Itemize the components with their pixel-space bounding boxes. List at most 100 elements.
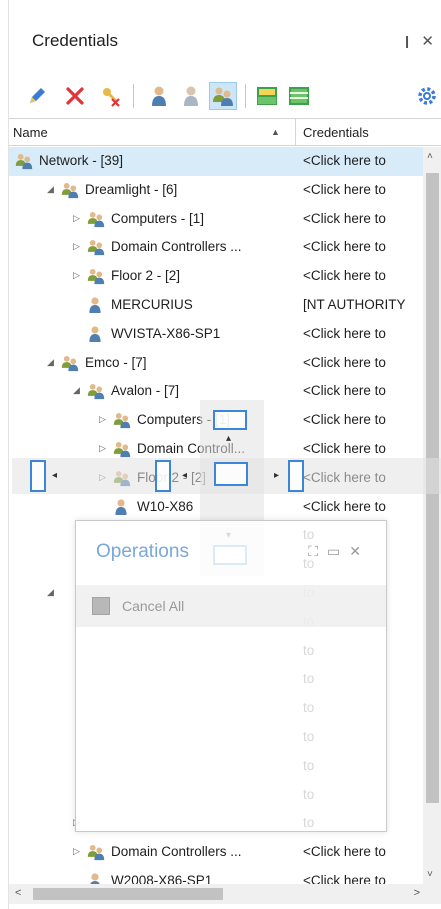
operations-toolbar: Cancel All <box>76 585 386 627</box>
tree-row[interactable]: WVISTA-X86-SP1 <Click here to <box>9 320 423 349</box>
scroll-down-arrow-icon[interactable]: ˅ <box>427 869 433 880</box>
credentials-cell[interactable]: <Click here to <box>303 268 423 283</box>
tree-row[interactable]: ▷ Domain Controllers ... <Click here to <box>9 838 423 867</box>
scroll-right-arrow-icon[interactable]: > <box>414 887 420 899</box>
tree-row-label: MERCURIUS <box>111 297 193 312</box>
tree-row[interactable]: W2008-X86-SP1 <Click here to <box>9 867 423 884</box>
expand-toggle-icon[interactable]: ▷ <box>73 241 83 252</box>
tree-row[interactable]: Network - [39] <Click here to <box>9 147 423 176</box>
toolbar-separator <box>245 84 246 108</box>
expand-toggle-icon[interactable]: ▷ <box>73 846 83 857</box>
sort-ascending-icon: ▲ <box>271 127 280 137</box>
dock-inner-left-arrow-icon: ◂ <box>182 470 188 481</box>
tree-row[interactable]: MERCURIUS [NT AUTHORITY <box>9 291 423 320</box>
expand-toggle-icon[interactable]: ▷ <box>99 414 109 425</box>
user-icon[interactable] <box>145 82 173 110</box>
tree-row[interactable]: ◢ Dreamlight - [6] <Click here to <box>9 176 423 205</box>
tree-row-label: Dreamlight - [6] <box>85 181 178 197</box>
expand-toggle-icon[interactable]: ▷ <box>73 270 83 281</box>
tree-row[interactable]: ▷ Computers - [1] <Click here to <box>9 205 423 234</box>
group-icon <box>113 440 131 458</box>
cancel-all-button[interactable]: Cancel All <box>122 598 184 614</box>
credentials-cell[interactable]: <Click here to <box>303 182 423 197</box>
credentials-cell[interactable]: <Click here to <box>303 239 423 254</box>
group-icon <box>87 267 105 285</box>
toolbar-separator <box>133 84 134 108</box>
expand-toggle-icon[interactable]: ◢ <box>47 184 57 195</box>
edit-pencil-icon[interactable] <box>23 82 51 110</box>
tree-row[interactable]: ◢ Emco - [7] <Click here to <box>9 349 423 378</box>
clear-credentials-icon[interactable] <box>97 82 125 110</box>
tree-row-label: Avalon - [7] <box>111 383 180 399</box>
column-header-name[interactable]: Name <box>13 125 48 140</box>
pin-icon[interactable]: ❙ <box>402 34 412 48</box>
group-icon <box>15 152 33 170</box>
computer-user-icon <box>113 498 131 516</box>
group-icon[interactable] <box>209 82 237 110</box>
column-header-credentials[interactable]: Credentials <box>303 125 369 140</box>
tree-row-label: Emco - [7] <box>85 354 147 370</box>
panel-title-bar[interactable]: Credentials ❙ ✕ <box>9 22 441 62</box>
expand-toggle-icon[interactable]: ◢ <box>47 357 57 368</box>
grid-header: Name ▲ Credentials <box>9 118 441 146</box>
credentials-cell[interactable]: <Click here to <box>303 844 423 859</box>
tree-row-label: Domain Controllers ... <box>111 239 242 255</box>
operations-window[interactable]: Operations ⛶▭✕ Cancel All <box>75 520 387 832</box>
credentials-cell[interactable]: <Click here to <box>303 441 423 456</box>
vertical-scrollbar[interactable]: ˄ ˅ <box>423 147 441 884</box>
expand-toggle-icon[interactable]: ◢ <box>73 385 83 396</box>
scroll-left-arrow-icon[interactable]: < <box>15 887 21 899</box>
tree-row[interactable]: ▷ Floor 2 - [2] <Click here to <box>9 262 423 291</box>
tree-row-label: Domain Controllers ... <box>111 844 242 860</box>
dock-top-arrow-icon: ▴ <box>226 433 232 444</box>
toolbar <box>9 78 441 114</box>
group-icon <box>61 354 79 372</box>
close-icon[interactable]: ✕ <box>421 32 434 50</box>
group-icon <box>87 382 105 400</box>
scroll-up-arrow-icon[interactable]: ˄ <box>427 151 433 162</box>
dock-inner-left-target[interactable] <box>155 460 171 492</box>
group-icon <box>61 181 79 199</box>
dock-right-arrow-icon: ▸ <box>274 470 280 481</box>
credentials-cell[interactable]: <Click here to <box>303 211 423 226</box>
dock-top-target[interactable] <box>213 410 247 430</box>
tree-row-label: Computers - [1] <box>111 210 205 226</box>
settings-gear-icon[interactable] <box>413 82 441 110</box>
split-grid-icon[interactable] <box>285 82 313 110</box>
credentials-cell[interactable]: <Click here to <box>303 383 423 398</box>
operations-window-buttons[interactable]: ⛶▭✕ <box>308 543 370 560</box>
operations-title: Operations <box>96 541 189 562</box>
user-gray-icon[interactable] <box>177 82 205 110</box>
tree-row[interactable]: ▷ Domain Controllers ... <Click here to <box>9 233 423 262</box>
credentials-cell[interactable]: <Click here to <box>303 355 423 370</box>
dock-right-target[interactable] <box>288 460 304 492</box>
horizontal-scroll-thumb[interactable] <box>33 888 223 900</box>
group-icon <box>87 843 105 861</box>
panel-title: Credentials <box>32 31 118 50</box>
tree-row-label: WVISTA-X86-SP1 <box>111 325 221 341</box>
computer-user-icon <box>87 296 105 314</box>
group-icon <box>113 411 131 429</box>
tree-row-label: W10-X86 <box>137 498 194 514</box>
expand-toggle-icon[interactable]: ▷ <box>99 443 109 454</box>
split-horizontal-icon[interactable] <box>253 82 281 110</box>
credentials-cell[interactable]: <Click here to <box>303 873 423 884</box>
credentials-cell[interactable]: <Click here to <box>303 326 423 341</box>
tree-row-label: W2008-X86-SP1 <box>111 873 213 884</box>
expand-toggle-icon[interactable]: ◢ <box>47 587 57 598</box>
expand-toggle-icon[interactable]: ▷ <box>73 213 83 224</box>
dock-left-target[interactable] <box>30 460 46 492</box>
dock-left-arrow-icon: ◂ <box>52 470 58 481</box>
tree-row-label: Network - [39] <box>39 153 124 168</box>
credentials-cell[interactable]: <Click here to <box>303 153 423 168</box>
group-icon <box>87 210 105 228</box>
delete-x-icon[interactable] <box>61 82 89 110</box>
group-icon <box>87 238 105 256</box>
credentials-cell[interactable]: <Click here to <box>303 499 423 514</box>
column-separator[interactable] <box>295 119 296 146</box>
cancel-all-icon <box>92 597 110 615</box>
horizontal-scrollbar[interactable]: < > <box>9 884 441 904</box>
credentials-cell[interactable]: <Click here to <box>303 412 423 427</box>
credentials-cell[interactable]: [NT AUTHORITY <box>303 297 423 312</box>
dock-center-target[interactable] <box>214 462 248 486</box>
